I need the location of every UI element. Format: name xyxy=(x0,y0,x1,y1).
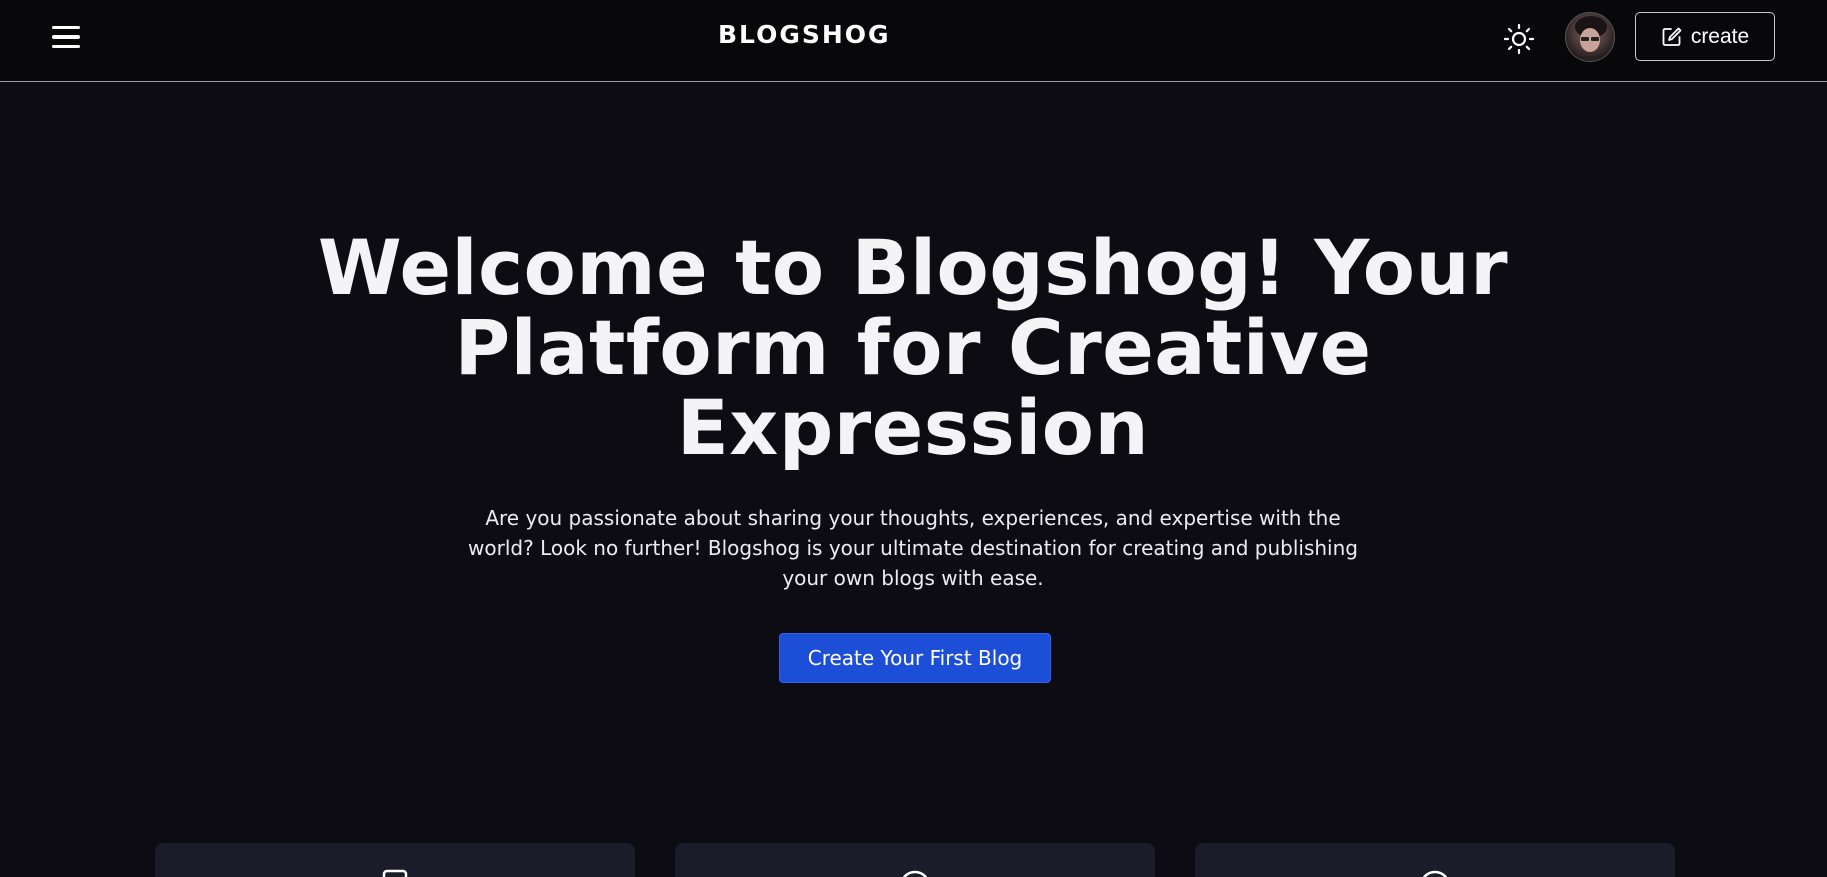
brand-logo[interactable]: BLOGSHOG xyxy=(718,20,889,49)
feature-card-icon xyxy=(902,870,928,877)
edit-icon xyxy=(1662,27,1682,46)
feature-card xyxy=(675,843,1155,877)
user-avatar[interactable] xyxy=(1565,12,1615,62)
menu-bar xyxy=(52,25,80,30)
create-first-blog-button[interactable]: Create Your First Blog xyxy=(779,633,1051,683)
theme-toggle-sun-icon[interactable] xyxy=(1502,22,1536,56)
hero-description: Are you passionate about sharing your th… xyxy=(468,506,1358,590)
create-button-label: create xyxy=(1690,24,1750,48)
create-button[interactable]: create xyxy=(1635,12,1775,61)
menu-icon[interactable] xyxy=(52,22,86,52)
feature-card xyxy=(155,843,635,877)
menu-bar xyxy=(52,44,80,49)
feature-card-icon xyxy=(382,869,408,877)
avatar-image xyxy=(1575,16,1607,61)
hero-title: Welcome to Blogshog! Your Platform for C… xyxy=(317,223,1509,472)
menu-bar xyxy=(52,35,80,39)
feature-card-icon xyxy=(1422,870,1448,877)
feature-card xyxy=(1195,843,1675,877)
sun-icon xyxy=(1503,23,1535,55)
navbar: BLOGSHOG create xyxy=(0,0,1827,82)
